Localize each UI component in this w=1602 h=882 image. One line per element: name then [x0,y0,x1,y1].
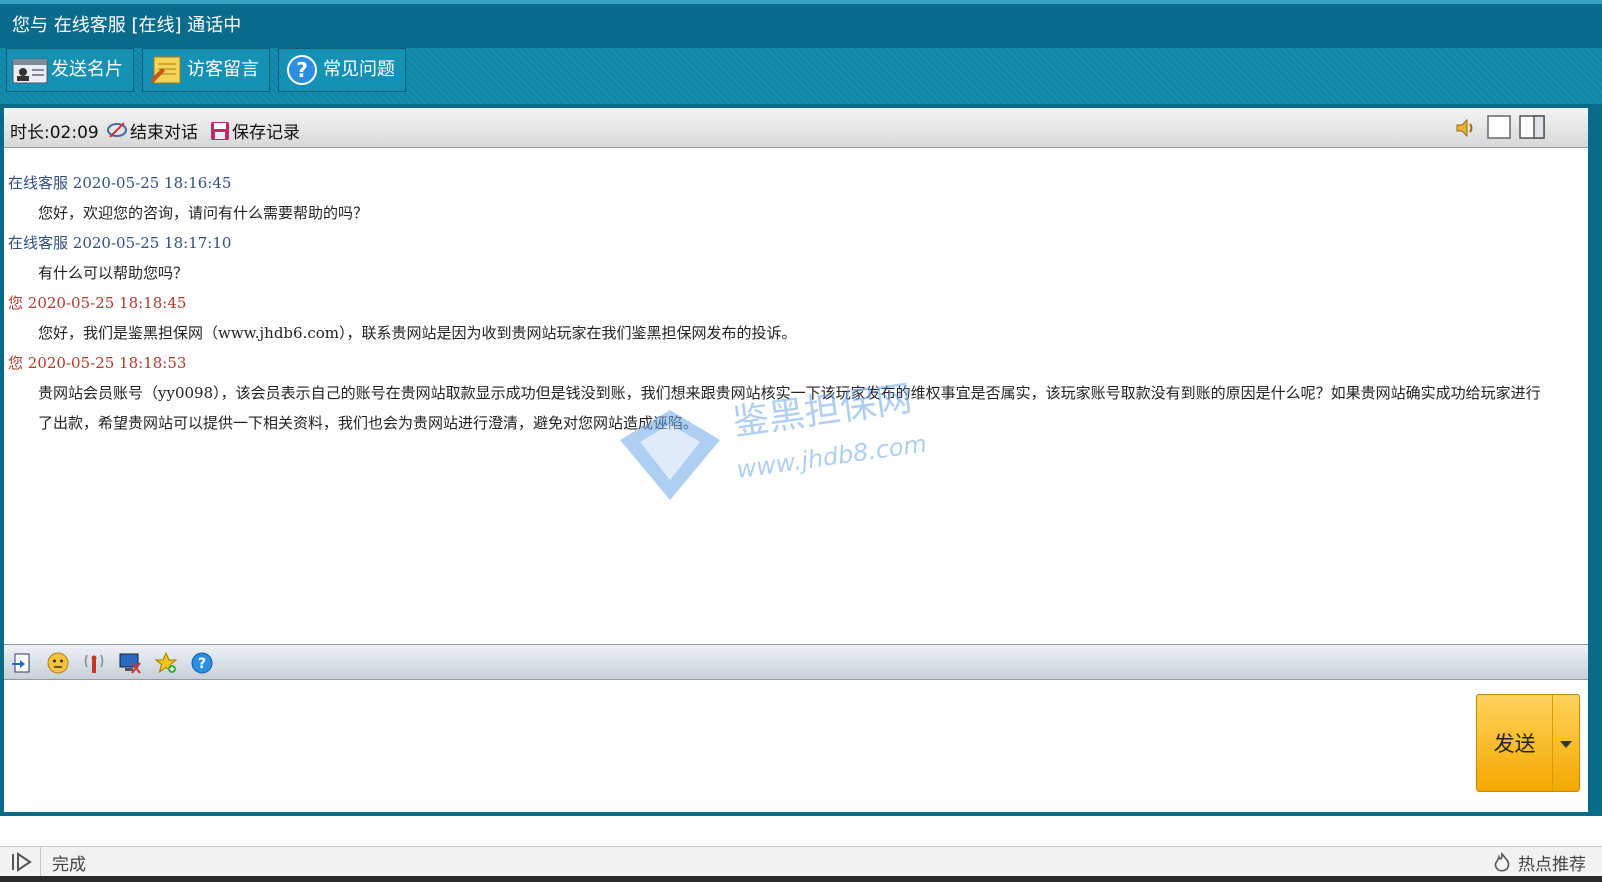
screenshot-icon[interactable] [116,649,144,677]
favorite-icon[interactable] [152,649,180,677]
message-input[interactable] [4,680,1588,812]
end-chat-label: 结束对话 [130,123,198,143]
send-card-label: 发送名片 [51,59,123,80]
message-header: 您 2020-05-25 18:18:45 [8,294,187,312]
window-title-bar: 您与 在线客服 [在线] 通话中 [0,0,1602,48]
session-bar: 时长:02:09 结束对话 保存记录 [4,108,1588,148]
floppy-disk-icon [210,121,230,141]
notepad-icon [147,53,185,87]
send-label: 发送 [1493,732,1536,756]
play-step-icon[interactable] [10,852,32,877]
chevron-down-icon [1560,734,1573,753]
message-text: 您好，欢迎您的咨询，请问有什么需要帮助的吗？ [38,204,369,222]
message-text: 贵网站会员账号（yy0098），该会员表示自己的账号在贵网站取款显示成功但是钱没… [38,384,1541,432]
visitor-message-label: 访客留言 [187,59,259,80]
message: 在线客服 2020-05-25 18:17:10 有什么可以帮助您吗？ [8,228,1568,288]
message-header: 您 2020-05-25 18:18:53 [8,354,187,372]
message-text: 有什么可以帮助您吗？ [38,264,189,282]
window-title: 您与 在线客服 [在线] 通话中 [12,15,242,36]
flame-icon [1490,851,1514,874]
composer-toolbar: ? [4,644,1588,680]
svg-text:?: ? [296,58,308,82]
send-hint: 按Enter 键发送 [1468,820,1588,840]
message-list: 在线客服 2020-05-25 18:16:45 您好，欢迎您的咨询，请问有什么… [8,168,1568,438]
faq-button[interactable]: ? 常见问题 [278,48,406,92]
faq-label: 常见问题 [323,59,395,80]
svg-text:?: ? [198,656,206,672]
hot-recommend-label: 热点推荐 [1518,855,1586,875]
message-header: 在线客服 2020-05-25 18:16:45 [8,174,232,192]
message-text: 您好，我们是鉴黑担保网（www.jhdb6.com），联系贵网站是因为收到贵网站… [38,324,797,342]
message: 您 2020-05-25 18:18:53 贵网站会员账号（yy0098），该会… [8,348,1568,438]
file-transfer-icon[interactable] [8,649,36,677]
shake-icon[interactable] [80,649,108,677]
help-icon: ? [283,53,321,87]
single-layout-icon[interactable] [1486,114,1512,140]
hot-recommend-link[interactable]: 热点推荐 [1490,850,1586,875]
send-options-dropdown[interactable] [1552,695,1579,791]
message-header: 在线客服 2020-05-25 18:17:10 [8,234,232,252]
end-chat-icon [106,121,128,141]
status-divider [40,847,41,877]
top-toolbar: 发送名片 访客留言 ? 常见问题 [0,48,1602,104]
duration: 时长:02:09 [10,123,99,143]
end-chat-button[interactable]: 结束对话 [106,118,198,143]
message: 在线客服 2020-05-25 18:16:45 您好，欢迎您的咨询，请问有什么… [8,168,1568,228]
emoji-icon[interactable] [44,649,72,677]
send-card-button[interactable]: 发送名片 [6,48,134,92]
visitor-message-button[interactable]: 访客留言 [142,48,270,92]
status-bar: 完成 热点推荐 [0,846,1602,877]
status-text: 完成 [52,855,86,875]
business-card-icon [11,53,49,87]
help-icon[interactable]: ? [188,649,216,677]
save-record-button[interactable]: 保存记录 [210,118,300,143]
save-record-label: 保存记录 [232,123,300,143]
speaker-icon[interactable] [1454,116,1478,140]
send-button[interactable]: 发送 [1476,694,1580,792]
bottom-strip [0,876,1602,882]
split-layout-icon[interactable] [1518,114,1546,140]
message: 您 2020-05-25 18:18:45 您好，我们是鉴黑担保网（www.jh… [8,288,1568,348]
